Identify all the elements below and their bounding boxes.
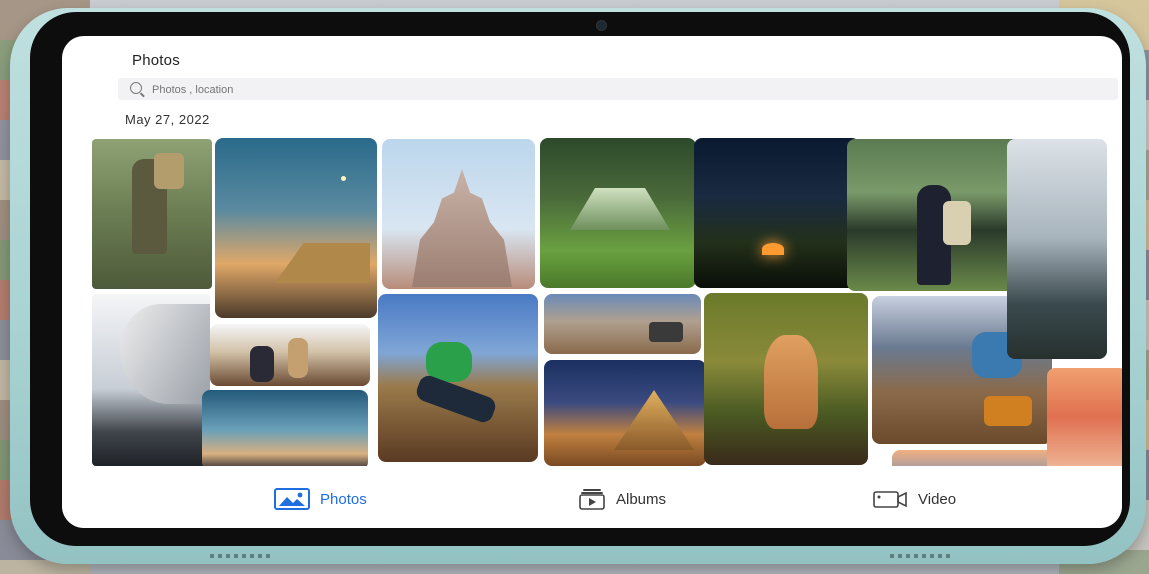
tab-albums[interactable]: Albums bbox=[578, 486, 666, 512]
photo-desert-vehicles[interactable] bbox=[544, 294, 701, 354]
photo-hiker-green-jacket[interactable] bbox=[92, 139, 212, 289]
photo-tent-sunset[interactable] bbox=[215, 138, 377, 318]
photo-night-campfire[interactable] bbox=[694, 138, 860, 288]
photos-app-screen: Photos May 27, 2022 bbox=[62, 36, 1122, 528]
photo-orange-cat[interactable] bbox=[704, 293, 868, 465]
search-icon bbox=[130, 82, 142, 94]
video-camera-icon bbox=[872, 488, 908, 510]
search-input[interactable] bbox=[150, 79, 454, 101]
front-camera bbox=[596, 20, 607, 31]
search-bar[interactable] bbox=[118, 78, 1118, 101]
tab-albums-label: Albums bbox=[616, 490, 667, 508]
tab-photos-label: Photos bbox=[320, 490, 367, 508]
photo-campfire-group[interactable] bbox=[210, 324, 370, 386]
photo-misty-mountains[interactable] bbox=[1007, 139, 1107, 359]
app-title: Photos bbox=[132, 52, 180, 69]
album-icon bbox=[578, 488, 606, 510]
bottom-tab-bar: Photos Albums Video bbox=[62, 466, 1122, 528]
photo-climber-green-hoodie[interactable] bbox=[378, 294, 538, 462]
date-header: May 27, 2022 bbox=[125, 112, 210, 127]
photo-icon bbox=[274, 488, 310, 510]
tab-photos[interactable]: Photos bbox=[274, 486, 367, 512]
photo-misty-lake-dawn[interactable] bbox=[202, 390, 368, 470]
tab-video[interactable]: Video bbox=[872, 486, 956, 512]
tab-video-label: Video bbox=[918, 490, 957, 508]
speaker-grille-left bbox=[210, 554, 270, 558]
photo-louvre-pyramid[interactable] bbox=[544, 360, 706, 466]
photo-cathedral[interactable] bbox=[382, 139, 535, 289]
photo-tent-meadow[interactable] bbox=[540, 138, 696, 288]
photo-hiker-lakeside[interactable] bbox=[847, 139, 1027, 291]
photo-sunset-sky[interactable] bbox=[1047, 368, 1122, 476]
speaker-grille-right bbox=[890, 554, 950, 558]
photo-white-architecture[interactable] bbox=[92, 294, 210, 466]
tablet-device: Photos May 27, 2022 bbox=[10, 8, 1146, 564]
